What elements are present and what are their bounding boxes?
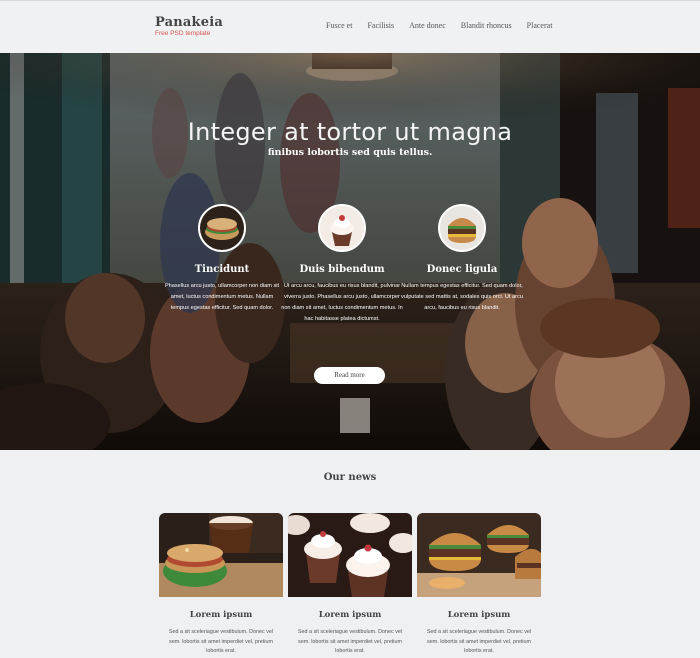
feature-tincidunt: Tincidunt Phasellus arcu justo, ullamcor… bbox=[157, 204, 287, 314]
feature-title: Duis bibendum bbox=[299, 264, 385, 275]
logo-title: Panakeia bbox=[155, 15, 223, 30]
feature-text: Nullam tempus egestas efficitur. Sed qua… bbox=[401, 283, 523, 311]
burger-icon bbox=[438, 204, 486, 252]
news-card-text: Sed a sit sceleriague vestibulum. Donec … bbox=[426, 629, 532, 654]
site-header: Panakeia Free PSD template Fusce et Faci… bbox=[0, 0, 700, 53]
nav-item-ante-donec[interactable]: Ante donec bbox=[409, 21, 446, 30]
nav-item-facilisis[interactable]: Facilisis bbox=[367, 21, 394, 30]
news-section-title: Our news bbox=[323, 472, 377, 483]
cupcakes-photo bbox=[288, 513, 412, 597]
feature-donec-ligula: Donec ligula Nullam tempus egestas effic… bbox=[397, 204, 527, 314]
logo-subtitle: Free PSD template bbox=[155, 30, 211, 37]
nav-item-placerat[interactable]: Placerat bbox=[527, 21, 553, 30]
burgers-photo bbox=[417, 513, 541, 597]
news-card-text: Sed a sit sceleriague vestibulum. Donec … bbox=[297, 629, 403, 654]
hero-title: Integer at tortor ut magna bbox=[187, 118, 513, 146]
news-card-title[interactable]: Lorem ipsum bbox=[288, 610, 412, 620]
hero-section: Integer at tortor ut magna finibus lobor… bbox=[0, 53, 700, 450]
news-card-title[interactable]: Lorem ipsum bbox=[159, 610, 283, 620]
feature-title: Tincidunt bbox=[194, 264, 250, 275]
sandwich-icon bbox=[198, 204, 246, 252]
nav-item-blandit-rhoncus[interactable]: Blandit rhoncus bbox=[461, 21, 512, 30]
nav-item-fusce-et[interactable]: Fusce et bbox=[326, 21, 352, 30]
feature-title: Donec ligula bbox=[426, 264, 498, 275]
sandwich-coffee-photo bbox=[159, 513, 283, 597]
news-card[interactable]: Lorem ipsum Sed a sit sceleriague vestib… bbox=[417, 513, 541, 657]
news-card-title[interactable]: Lorem ipsum bbox=[417, 610, 541, 620]
feature-duis-bibendum: Duis bibendum Ut arcu arcu, faucibus eu … bbox=[277, 204, 407, 325]
cupcake-icon bbox=[318, 204, 366, 252]
news-card-text: Sed a sit sceleriague vestibulum. Donec … bbox=[168, 629, 274, 654]
news-card[interactable]: Lorem ipsum Sed a sit sceleriague vestib… bbox=[159, 513, 283, 657]
logo[interactable]: Panakeia Free PSD template bbox=[155, 15, 223, 37]
feature-text: Phasellus arcu justo, ullamcorper non di… bbox=[164, 283, 280, 311]
news-card[interactable]: Lorem ipsum Sed a sit sceleriague vestib… bbox=[288, 513, 412, 657]
feature-text: Ut arcu arcu, faucibus eu risus blandit,… bbox=[281, 283, 403, 322]
hero-subtitle: finibus lobortis sed quis tellus. bbox=[267, 147, 433, 158]
read-more-button[interactable]: Read more bbox=[314, 367, 385, 384]
main-nav: Fusce et Facilisis Ante donec Blandit rh… bbox=[326, 21, 567, 30]
